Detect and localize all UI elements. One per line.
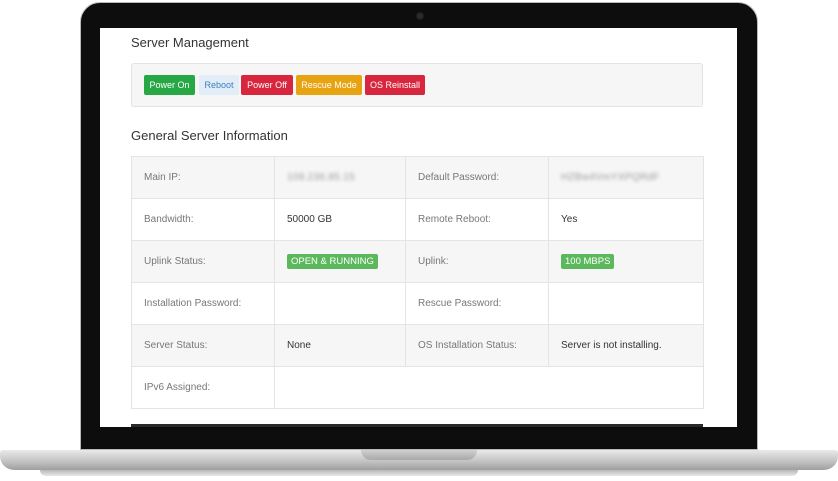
webcam-icon [416,12,424,20]
installation-password-label: Installation Password: [131,282,275,325]
reboot-button[interactable]: Reboot [199,75,239,95]
server-actions-bar: Power On Reboot Power Off Rescue Mode OS… [131,63,703,107]
laptop-shadow [40,470,798,476]
uplink-label: Uplink: [405,240,549,283]
rescue-password-value [548,282,704,325]
bandwidth-value: 50000 GB [274,198,406,241]
laptop-screen: Server Management Power On Reboot Power … [100,28,737,427]
table-row: Server Status: None OS Installation Stat… [131,324,704,367]
table-row: Main IP: 109.236.85.15 Default Password:… [131,156,704,199]
ipv6-assigned-label: IPv6 Assigned: [131,366,275,409]
default-password-label: Default Password: [405,156,549,199]
server-management-title: Server Management [131,35,249,50]
table-row: Installation Password: Rescue Password: [131,282,704,325]
remote-reboot-value: Yes [548,198,704,241]
server-status-value: None [274,324,406,367]
server-info-table: Main IP: 109.236.85.15 Default Password:… [131,156,704,409]
ipv6-assigned-value [274,366,704,409]
uplink-speed-badge: 100 MBPS [561,254,615,269]
rescue-mode-button[interactable]: Rescue Mode [296,75,362,95]
uplink-status-badge: OPEN & RUNNING [287,254,378,269]
power-off-button[interactable]: Power Off [241,75,293,95]
general-info-title: General Server Information [131,128,288,143]
installation-password-value [274,282,406,325]
table-row: Uplink Status: OPEN & RUNNING Uplink: 10… [131,240,704,283]
os-reinstall-button[interactable]: OS Reinstall [365,75,425,95]
os-installation-status-value: Server is not installing. [548,324,704,367]
power-on-button[interactable]: Power On [144,75,195,95]
table-row: Bandwidth: 50000 GB Remote Reboot: Yes [131,198,704,241]
table-row: IPv6 Assigned: [131,366,704,409]
bandwidth-label: Bandwidth: [131,198,275,241]
uplink-status-label: Uplink Status: [131,240,275,283]
server-status-label: Server Status: [131,324,275,367]
rescue-password-label: Rescue Password: [405,282,549,325]
default-password-value: HZBw4VmYXPQRdF [561,172,660,183]
main-ip-value: 109.236.85.15 [287,172,355,183]
remote-reboot-label: Remote Reboot: [405,198,549,241]
laptop-notch [361,450,477,460]
content-bottom-divider [131,424,703,427]
os-installation-status-label: OS Installation Status: [405,324,549,367]
main-ip-label: Main IP: [131,156,275,199]
